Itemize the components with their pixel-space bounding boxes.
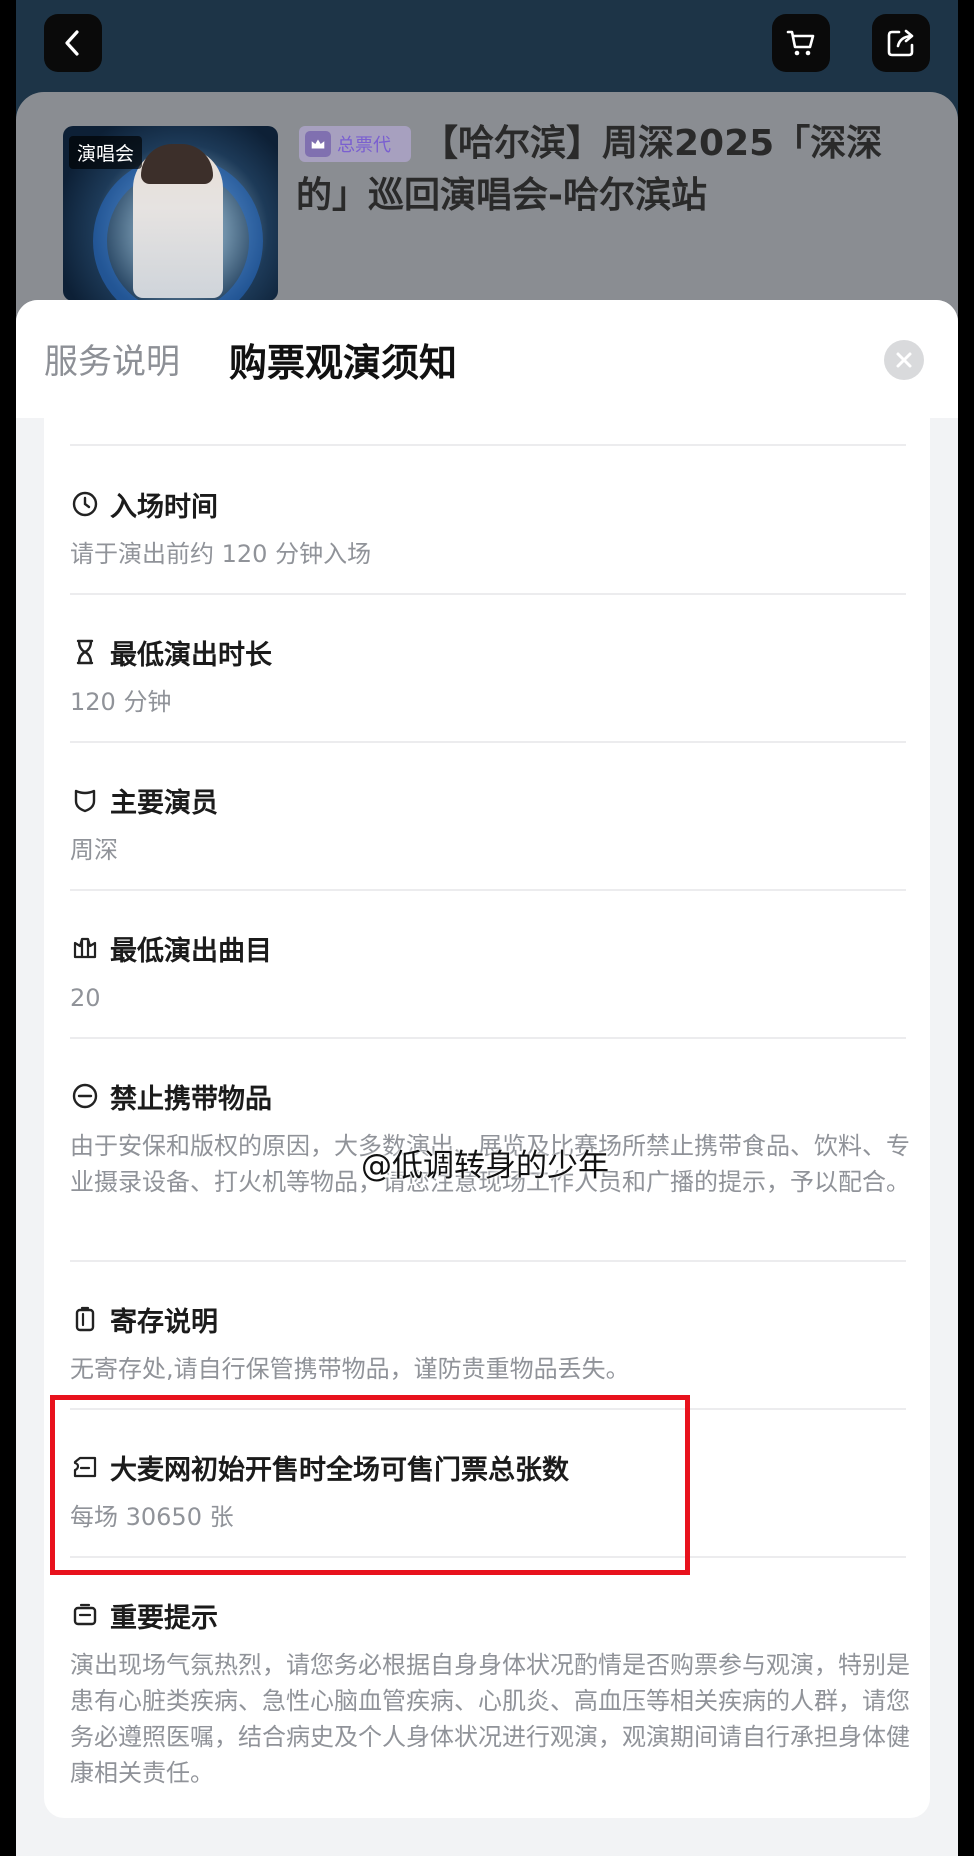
item-body: 周深 — [70, 836, 118, 864]
divider — [70, 593, 906, 595]
poster-category-tag: 演唱会 — [69, 136, 143, 169]
tab-service[interactable]: 服务说明 — [44, 334, 180, 383]
locker-icon — [70, 1304, 100, 1334]
item-title: 入场时间 — [110, 491, 218, 523]
notice-item-min-songs: 最低演出曲目 20 — [70, 928, 910, 1016]
notice-list: 入场时间 请于演出前约 120 分钟入场 最低演出时长 120 分钟 主要演员 … — [44, 418, 930, 1818]
cart-icon — [786, 30, 815, 56]
item-title: 最低演出时长 — [110, 639, 272, 671]
highlight-annotation-box — [50, 1395, 690, 1575]
item-title: 最低演出曲目 — [110, 935, 272, 967]
app-screen: 演唱会 总票代 【哈尔滨】周深2025「深深的」巡回演唱会-哈尔滨站 服务说明 … — [16, 0, 958, 1856]
no-entry-icon — [70, 1081, 100, 1111]
item-body: 120 分钟 — [70, 688, 172, 716]
item-title: 禁止携带物品 — [110, 1083, 272, 1115]
notice-item-main-cast: 主要演员 周深 — [70, 780, 910, 868]
notice-sheet: 服务说明 购票观演须知 入场时间 请于演出前约 120 分钟入场 最低演出时长 … — [16, 300, 958, 1856]
hourglass-icon — [70, 637, 100, 667]
divider — [70, 444, 906, 446]
divider — [70, 1037, 906, 1039]
poster-artist-hair — [141, 144, 213, 184]
watermark-text: @低调转身的少年 — [361, 1148, 609, 1184]
divider — [70, 741, 906, 743]
item-title: 重要提示 — [110, 1602, 218, 1634]
event-title: 【哈尔滨】周深2025「深深的」巡回演唱会-哈尔滨站 — [296, 123, 883, 216]
item-body: 演出现场气氛热烈，请您务必根据自身身体状况酌情是否购票参与观演，特别是患有心脏类… — [70, 1651, 910, 1787]
close-button[interactable] — [884, 340, 924, 380]
shield-icon — [70, 785, 100, 815]
divider — [70, 1260, 906, 1262]
notice-item-entry-time: 入场时间 请于演出前约 120 分钟入场 — [70, 484, 910, 572]
item-title: 寄存说明 — [110, 1306, 218, 1338]
event-poster[interactable]: 演唱会 — [63, 126, 278, 301]
share-button[interactable] — [872, 14, 930, 72]
item-body: 请于演出前约 120 分钟入场 — [70, 540, 372, 568]
item-body: 20 — [70, 984, 101, 1012]
chevron-left-icon — [65, 30, 79, 56]
back-button[interactable] — [44, 14, 102, 72]
notice-icon — [70, 1600, 100, 1630]
notice-item-storage: 寄存说明 无寄存处,请自行保管携带物品，谨防贵重物品丢失。 — [70, 1299, 910, 1387]
close-icon — [896, 352, 912, 368]
item-body: 无寄存处,请自行保管携带物品，谨防贵重物品丢失。 — [70, 1355, 630, 1383]
share-icon — [887, 29, 914, 57]
sheet-header: 服务说明 购票观演须知 — [16, 300, 958, 418]
divider — [70, 889, 906, 891]
notice-item-min-duration: 最低演出时长 120 分钟 — [70, 632, 910, 720]
cart-button[interactable] — [772, 14, 830, 72]
item-title: 主要演员 — [110, 787, 218, 819]
clock-icon — [70, 489, 100, 519]
crown-icon — [70, 933, 100, 963]
tab-notice[interactable]: 购票观演须知 — [229, 332, 457, 387]
notice-item-important: 重要提示 演出现场气氛热烈，请您务必根据自身身体状况酌情是否购票参与观演，特别是… — [70, 1595, 910, 1791]
